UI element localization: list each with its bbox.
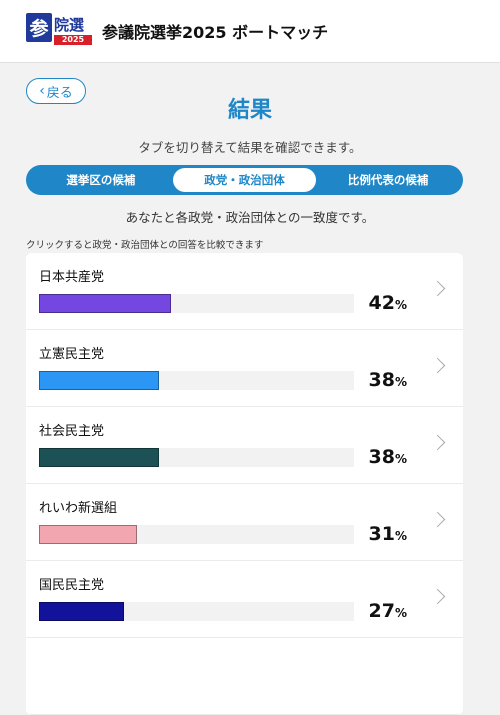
result-tabs: 選挙区の候補 政党・政治団体 比例代表の候補: [26, 165, 463, 195]
page-subtitle: タブを切り替えて結果を確認できます。: [138, 140, 362, 155]
match-bar-fill: [39, 294, 172, 313]
match-percent-unit: %: [394, 375, 407, 389]
logo[interactable]: 参 院選 2025: [26, 13, 94, 49]
result-row[interactable]: 社会民主党 38%: [26, 407, 463, 484]
match-bar-fill: [39, 602, 125, 621]
match-percent: 31%: [369, 523, 407, 545]
match-percent-value: 42: [368, 292, 395, 314]
match-bar-track: [39, 448, 354, 467]
match-bar-track: [39, 371, 354, 390]
result-row-partial[interactable]: [26, 638, 463, 715]
match-bar-track: [39, 525, 354, 544]
party-name: 立憲民主党: [39, 347, 105, 362]
match-percent-unit: %: [394, 606, 407, 620]
result-row[interactable]: 日本共産党 42%: [26, 253, 463, 330]
match-percent: 38%: [369, 369, 407, 391]
tab-proportional-candidates[interactable]: 比例代表の候補: [316, 168, 460, 192]
party-name: 日本共産党: [39, 270, 105, 285]
party-name: 社会民主党: [39, 424, 105, 439]
logo-year: 2025: [54, 35, 92, 45]
match-percent-value: 31: [368, 523, 395, 545]
chevron-right-icon: [429, 511, 446, 528]
chevron-right-icon: [429, 588, 446, 605]
match-percent-value: 38: [368, 369, 395, 391]
match-info: あなたと各政党・政治団体との一致度です。: [125, 210, 375, 225]
chevron-right-icon: [429, 434, 446, 451]
page-title: 結果: [227, 98, 272, 123]
match-percent-value: 27: [368, 600, 395, 622]
match-percent: 27%: [369, 600, 407, 622]
match-bar-track: [39, 602, 354, 621]
app-title: 参議院選挙2025 ボートマッチ: [102, 23, 329, 42]
result-row[interactable]: 立憲民主党 38%: [26, 330, 463, 407]
app-header: 参 院選 2025 参議院選挙2025 ボートマッチ: [0, 0, 500, 63]
chevron-right-icon: [429, 280, 446, 297]
match-percent: 38%: [369, 446, 407, 468]
logo-mark: 参: [26, 13, 52, 42]
chevron-right-icon: [429, 357, 446, 374]
match-bar-fill: [39, 448, 159, 467]
match-percent-unit: %: [394, 298, 407, 312]
tab-parties[interactable]: 政党・政治団体: [172, 168, 317, 192]
tab-district-candidates[interactable]: 選挙区の候補: [29, 168, 173, 192]
match-bar-track: [39, 294, 354, 313]
match-bar-fill: [39, 371, 159, 390]
match-percent: 42%: [369, 292, 407, 314]
match-percent-value: 38: [368, 446, 395, 468]
match-bar-fill: [39, 525, 137, 544]
party-name: 国民民主党: [39, 578, 105, 593]
results-list: 日本共産党 42% 立憲民主党 38% 社会民主党 38% れいわ新選組 31%…: [26, 253, 463, 715]
compare-hint: クリックすると政党・政治団体との回答を比較できます: [26, 240, 264, 251]
match-percent-unit: %: [394, 452, 407, 466]
party-name: れいわ新選組: [39, 501, 118, 516]
result-row[interactable]: 国民民主党 27%: [26, 561, 463, 638]
result-row[interactable]: れいわ新選組 31%: [26, 484, 463, 561]
match-percent-unit: %: [394, 529, 407, 543]
logo-text: 院選: [54, 16, 85, 34]
